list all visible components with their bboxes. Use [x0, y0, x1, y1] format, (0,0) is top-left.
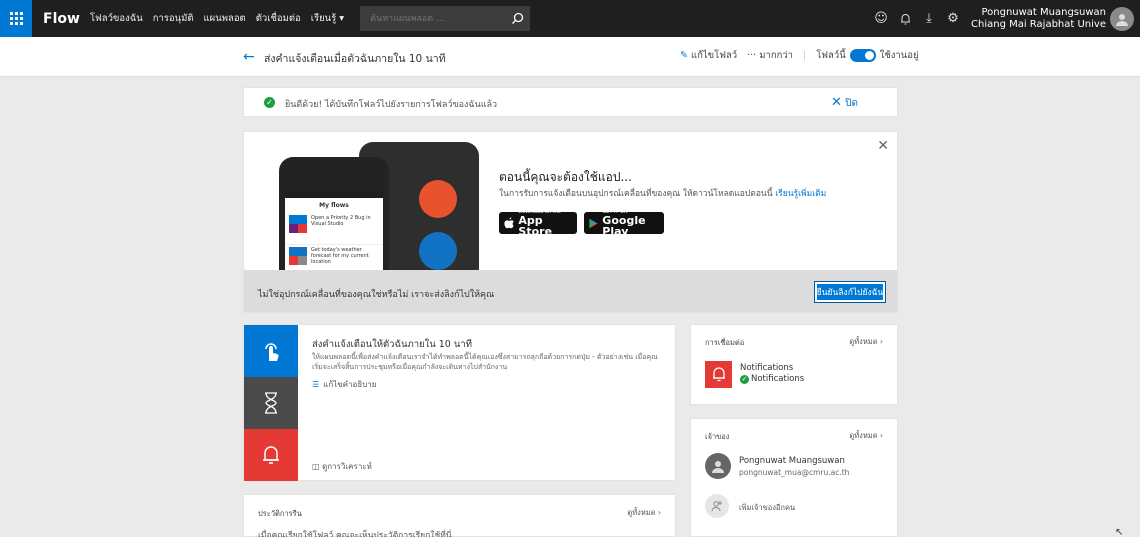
- command-actions: ✎ แก้ไขโฟลว์ ··· มากกว่า | โฟลว์นี้ ใช้ง…: [680, 48, 929, 63]
- person-icon: [1116, 13, 1128, 26]
- flow-status-label: โฟลว์นี้: [816, 50, 846, 61]
- search-input[interactable]: [360, 13, 505, 24]
- checkmark-icon: ✓: [264, 97, 275, 108]
- pencil-icon: ✎: [680, 50, 688, 61]
- nav-templates[interactable]: แผนพลอต: [204, 11, 246, 26]
- close-icon: ✕: [831, 95, 842, 110]
- run-history-heading: ประวัติการรีน: [258, 509, 302, 518]
- run-history-empty-text: เมื่อคุณเรียกใช้โฟลว์ คุณจะเห็นประวัติกา…: [258, 531, 452, 537]
- lines-icon: ☰: [312, 380, 320, 389]
- back-arrow-icon[interactable]: ←: [243, 49, 255, 65]
- toggle-state-label: ใช้งานอยู่: [879, 50, 919, 61]
- apple-icon: [504, 217, 514, 229]
- success-message: ยินดีด้วย! ได้บันทึกโฟลว์ไปยังรายการโฟลว…: [285, 100, 498, 110]
- phone-screen-title: My flows: [319, 202, 349, 209]
- button-trigger-tile: [244, 325, 298, 377]
- delay-tile: [244, 377, 298, 429]
- search-icon: [511, 12, 523, 24]
- promo-heading: ตอนนี้คุณจะต้องใช้แอป...: [499, 170, 632, 184]
- nav-learn[interactable]: เรียนรู้ ▾: [311, 11, 344, 26]
- add-owner-button[interactable]: เพิ่มเจ้าของอีกคน: [739, 502, 795, 514]
- bell-icon: [263, 446, 279, 464]
- notification-connector-icon: [705, 361, 732, 388]
- analytics-link[interactable]: ◫ ดูการวิเคราะห์: [312, 460, 372, 473]
- nav-approvals[interactable]: การอนุมัติ: [153, 11, 194, 26]
- flow-icons: [289, 215, 307, 233]
- gear-icon[interactable]: ⚙: [941, 0, 965, 37]
- mobile-app-promo: ✕ My flows Open a Priority 2 Bug in Visu…: [243, 131, 898, 313]
- edit-flow-button[interactable]: ✎ แก้ไขโฟลว์: [680, 48, 737, 63]
- send-link-button[interactable]: ยืนยันลิงก์ไปยังฉัน: [814, 281, 886, 303]
- search-box: [360, 6, 531, 31]
- chart-icon: ◫: [312, 462, 320, 471]
- add-owner-icon[interactable]: [705, 494, 729, 518]
- circle-blue: [419, 232, 457, 270]
- flow-detail-description: ให้แผนพลอตนี้เพื่อส่งคำแจ้งเตือนเราจำได้…: [312, 353, 658, 371]
- connection-name: Notifications: [740, 363, 794, 373]
- promo-description: ในการรับการแจ้งเตือนบนอุปกรณ์เคลื่อนที่ข…: [499, 189, 827, 199]
- google-play-badge[interactable]: GET IT ON Google Play: [584, 209, 664, 237]
- app-launcher-button[interactable]: [0, 0, 32, 37]
- hourglass-icon: [265, 392, 277, 414]
- flow-toggle[interactable]: [849, 49, 876, 62]
- chevron-right-icon: ›: [880, 431, 883, 440]
- avatar[interactable]: [1110, 6, 1134, 31]
- person-icon: [712, 461, 724, 473]
- user-info[interactable]: Pongnuwat Muangsuwan Chiang Mai Rajabhat…: [971, 7, 1106, 31]
- touch-icon: [265, 343, 279, 361]
- chevron-right-icon: ›: [658, 508, 661, 517]
- see-all-history[interactable]: ดูทั้งหมด ›: [627, 507, 661, 519]
- circle-orange: [419, 180, 457, 218]
- connections-heading: การเชื่อมต่อ: [705, 338, 745, 347]
- promo-footer: ไม่ใช่อุปกรณ์เคลื่อนที่ของคุณใช่หรือไม่ …: [244, 270, 897, 312]
- see-all-owners[interactable]: ดูทั้งหมด ›: [849, 430, 883, 442]
- mouse-cursor-icon: ↖: [1115, 527, 1124, 537]
- top-bar: Flow โฟลว์ของฉัน การอนุมัติ แผนพลอต ตัวเ…: [0, 0, 1140, 37]
- flow-title: ส่งคำแจ้งเตือนเมื่อตัวฉันภายใน 10 นาที: [264, 53, 446, 65]
- smiley-icon[interactable]: ☺: [869, 0, 893, 37]
- nav-my-flows[interactable]: โฟลว์ของฉัน: [90, 11, 143, 26]
- waffle-icon: [9, 12, 23, 25]
- owners-card: เจ้าของ ดูทั้งหมด › Pongnuwat Muangsuwan…: [690, 418, 898, 537]
- owner-name: Pongnuwat Muangsuwan: [739, 456, 845, 466]
- notification-tile: [244, 429, 298, 481]
- app-store-badge[interactable]: Download on the App Store: [499, 209, 577, 237]
- run-history-card: ประวัติการรีน ดูทั้งหมด › เมื่อคุณเรียกใ…: [243, 494, 676, 537]
- owners-heading: เจ้าของ: [705, 432, 730, 441]
- download-icon[interactable]: ⤓: [917, 0, 941, 37]
- bell-icon[interactable]: [893, 0, 917, 37]
- connections-card: การเชื่อมต่อ ดูทั้งหมด › Notifications ✓…: [690, 324, 898, 405]
- search-button[interactable]: [504, 6, 530, 31]
- command-bar: ← ส่งคำแจ้งเตือนเมื่อตัวฉันภายใน 10 นาที…: [0, 37, 1140, 77]
- user-name: Pongnuwat Muangsuwan: [981, 6, 1106, 18]
- top-right-actions: ☺ ⤓ ⚙ Pongnuwat Muangsuwan Chiang Mai Ra…: [869, 0, 1140, 37]
- phone-card: Open a Priority 2 Bug in Visual Studio: [285, 213, 383, 245]
- user-org: Chiang Mai Rajabhat Unive: [971, 18, 1106, 30]
- connection-status: ✓ Notifications: [740, 374, 805, 384]
- flow-icons: [289, 247, 307, 265]
- flow-detail-title: ส่งคำแจ้งเตือนให้ตัวฉันภายใน 10 นาที: [312, 339, 472, 350]
- see-all-connections[interactable]: ดูทั้งหมด ›: [849, 336, 883, 348]
- learn-more-link[interactable]: เรียนรู้เพิ่มเติม: [775, 189, 826, 199]
- brand-logo[interactable]: Flow: [43, 11, 80, 27]
- close-banner-button[interactable]: ✕ ปิด: [831, 95, 858, 111]
- edit-description-button[interactable]: ☰ แก้ไขคำอธิบาย: [312, 378, 376, 391]
- divider: |: [803, 50, 807, 61]
- success-banner: ✓ ยินดีด้วย! ได้บันทึกโฟลว์ไปยังรายการโฟ…: [243, 87, 898, 117]
- checkmark-icon: ✓: [740, 374, 749, 384]
- nav-connectors[interactable]: ตัวเชื่อมต่อ: [256, 11, 301, 26]
- more-button[interactable]: ··· มากกว่า: [747, 48, 793, 63]
- promo-footer-text: ไม่ใช่อุปกรณ์เคลื่อนที่ของคุณใช่หรือไม่ …: [258, 290, 495, 300]
- owner-avatar: [705, 453, 731, 479]
- owner-email: pongnuwat_mua@cmru.ac.th: [739, 468, 850, 477]
- flow-details-card: ส่งคำแจ้งเตือนให้ตัวฉันภายใน 10 นาที ให้…: [243, 324, 676, 481]
- close-icon[interactable]: ✕: [877, 138, 889, 154]
- chevron-right-icon: ›: [880, 337, 883, 346]
- play-icon: [589, 218, 598, 228]
